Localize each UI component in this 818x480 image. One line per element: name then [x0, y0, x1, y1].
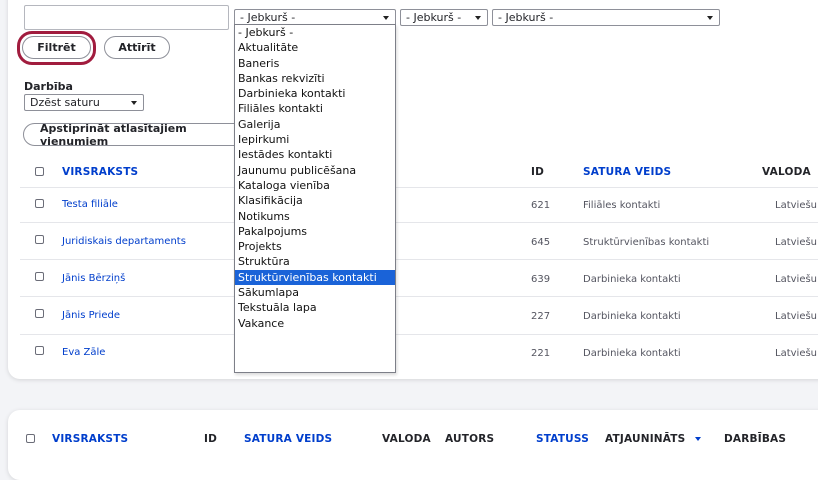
action-select-value: Dzēst saturu — [30, 96, 100, 109]
column-status-header[interactable]: STATUSS — [536, 433, 589, 445]
dropdown-option[interactable]: - Jebkurš - — [235, 25, 395, 40]
apply-action-button[interactable]: Apstiprināt atlasītajiem vienumiem — [23, 121, 247, 148]
row-checkbox[interactable] — [35, 309, 44, 318]
dropdown-option[interactable]: Filiāles kontakti — [235, 101, 395, 116]
chevron-down-icon — [475, 16, 481, 20]
row-id: 221 — [531, 348, 551, 359]
chevron-down-icon — [707, 16, 713, 20]
column-title-header[interactable]: VIRSRAKSTS — [62, 166, 138, 178]
column-type-header[interactable]: SATURA VEIDS — [244, 433, 332, 445]
dropdown-option[interactable]: Struktūra — [235, 254, 395, 269]
row-checkbox[interactable] — [35, 199, 44, 208]
dropdown-option[interactable]: Sākumlapa — [235, 285, 395, 300]
row-type: Darbinieka kontakti — [583, 311, 681, 322]
dropdown-option[interactable]: Klasifikācija — [235, 193, 395, 208]
row-id: 621 — [531, 200, 551, 211]
column-updated-header[interactable]: ATJAUNINĀTS — [605, 433, 702, 445]
dropdown-option[interactable]: Struktūrvienības kontakti — [235, 269, 395, 286]
dropdown-option[interactable]: Bankas rekvizīti — [235, 71, 395, 86]
row-id: 645 — [531, 237, 551, 248]
row-title-link[interactable]: Testa filiāle — [62, 199, 118, 210]
column-author-header[interactable]: AUTORS — [445, 433, 494, 445]
dropdown-option[interactable]: Vakance — [235, 316, 395, 331]
dropdown-option[interactable]: Pakalpojums — [235, 224, 395, 239]
dropdown-option[interactable]: Darbinieka kontakti — [235, 86, 395, 101]
row-title-link[interactable]: Juridiskais departaments — [62, 236, 186, 247]
dropdown-option[interactable]: Iepirkumi — [235, 132, 395, 147]
reset-button-label: Attīrīt — [118, 41, 156, 54]
select-all-checkbox[interactable] — [26, 434, 35, 443]
row-title-link[interactable]: Jānis Bērziņš — [62, 273, 125, 284]
status-select[interactable]: - Jebkurš - — [400, 9, 488, 26]
divider — [20, 259, 818, 260]
column-type-header[interactable]: SATURA VEIDS — [583, 166, 671, 178]
row-language: Latviešu — [775, 237, 818, 248]
divider — [20, 334, 818, 335]
dropdown-option[interactable]: Iestādes kontakti — [235, 147, 395, 162]
divider — [20, 296, 818, 297]
row-id: 227 — [531, 311, 551, 322]
language-select[interactable]: - Jebkurš - — [492, 9, 720, 26]
row-title-link[interactable]: Jānis Priede — [62, 310, 120, 321]
sort-desc-icon — [695, 437, 702, 441]
divider — [20, 187, 818, 188]
dropdown-option[interactable]: Galerija — [235, 117, 395, 132]
dropdown-option[interactable]: Kataloga vienība — [235, 178, 395, 193]
dropdown-option[interactable]: Projekts — [235, 239, 395, 254]
status-select-value: - Jebkurš - — [406, 11, 462, 24]
filter-button[interactable]: Filtrēt — [22, 36, 91, 59]
column-id-header[interactable]: ID — [204, 433, 217, 445]
row-title-link[interactable]: Eva Zāle — [62, 347, 105, 358]
column-title-header[interactable]: VIRSRAKSTS — [52, 433, 128, 445]
filter-button-label: Filtrēt — [37, 41, 76, 54]
column-language-header[interactable]: VALODA — [382, 433, 431, 445]
column-id-header[interactable]: ID — [531, 166, 544, 178]
dropdown-option[interactable]: Tekstuāla lapa — [235, 300, 395, 315]
action-label: Darbība — [24, 80, 73, 93]
dropdown-option[interactable]: Notikums — [235, 209, 395, 224]
dropdown-option[interactable]: Aktualitāte — [235, 40, 395, 55]
row-type: Darbinieka kontakti — [583, 348, 681, 359]
dropdown-option[interactable]: Baneris — [235, 56, 395, 71]
language-select-value: - Jebkurš - — [498, 11, 554, 24]
column-operations-header: DARBĪBAS — [724, 433, 787, 445]
row-language: Latviešu — [775, 311, 818, 322]
action-select[interactable]: Dzēst saturu — [24, 94, 144, 111]
row-language: Latviešu — [775, 348, 818, 359]
row-type: Darbinieka kontakti — [583, 274, 681, 285]
row-id: 639 — [531, 274, 551, 285]
sticky-header-card — [8, 410, 818, 480]
apply-action-button-label: Apstiprināt atlasītajiem vienumiem — [40, 121, 187, 148]
row-checkbox[interactable] — [35, 235, 44, 244]
reset-button[interactable]: Attīrīt — [104, 36, 170, 59]
chevron-down-icon — [383, 16, 389, 20]
dropdown-option[interactable]: Jaunumu publicēšana — [235, 163, 395, 178]
divider — [20, 222, 818, 223]
column-updated-label: ATJAUNINĀTS — [605, 433, 686, 445]
content-type-dropdown-list[interactable]: - Jebkurš - Aktualitāte Baneris Bankas rekv… — [234, 24, 396, 373]
row-language: Latviešu — [775, 274, 818, 285]
row-type: Filiāles kontakti — [583, 200, 661, 211]
select-all-checkbox[interactable] — [35, 167, 44, 176]
row-checkbox[interactable] — [35, 272, 44, 281]
title-filter-input[interactable] — [24, 5, 229, 30]
column-language-header[interactable]: VALODA — [762, 166, 811, 178]
chevron-down-icon — [131, 101, 137, 105]
row-type: Struktūrvienības kontakti — [583, 237, 710, 248]
row-checkbox[interactable] — [35, 346, 44, 355]
content-type-select-value: - Jebkurš - — [240, 11, 296, 24]
row-language: Latviešu — [775, 200, 818, 211]
